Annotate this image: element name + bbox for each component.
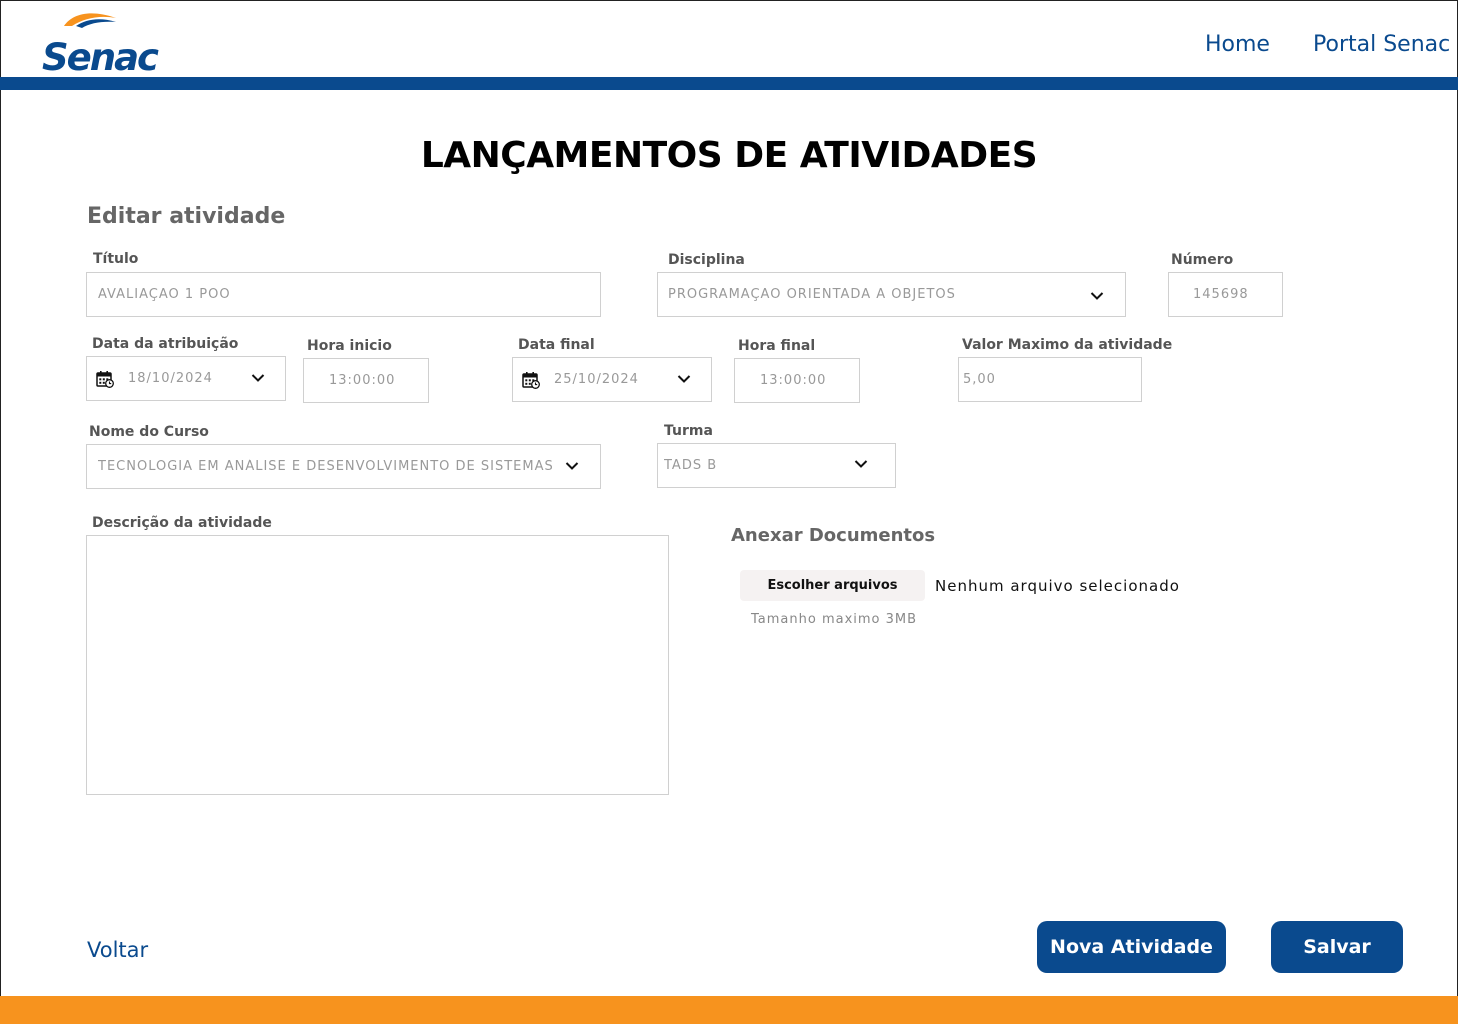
numero-label: Número [1171, 252, 1234, 268]
salvar-button[interactable]: Salvar [1271, 921, 1403, 973]
anexar-documentos-title: Anexar Documentos [731, 525, 936, 546]
titulo-label: Título [93, 251, 139, 267]
data-atribuicao-label: Data da atribuição [92, 336, 239, 352]
calendar-icon [522, 371, 540, 389]
data-atribuicao-picker[interactable]: 18/10/2024 [86, 356, 286, 401]
nome-curso-label: Nome do Curso [89, 424, 209, 440]
footer-bar [0, 996, 1458, 1024]
calendar-icon [96, 370, 114, 388]
titulo-value: AVALIAÇÃO 1 POO [98, 287, 231, 302]
data-final-value: 25/10/2024 [554, 372, 639, 387]
hora-inicio-label: Hora inicio [307, 338, 392, 354]
chevron-down-icon [1090, 292, 1104, 300]
turma-label: Turma [664, 423, 713, 439]
data-atribuicao-value: 18/10/2024 [128, 371, 213, 386]
descricao-textarea[interactable] [86, 535, 669, 795]
chevron-down-icon [854, 460, 868, 468]
choose-files-button[interactable]: Escolher arquivos [740, 570, 925, 601]
titulo-input[interactable]: AVALIAÇÃO 1 POO [86, 272, 601, 317]
hora-final-input[interactable]: 13:00:00 [734, 358, 860, 403]
nav-portal-senac-link[interactable]: Portal Senac [1313, 32, 1450, 57]
turma-value: TADS B [664, 458, 718, 473]
chevron-down-icon [251, 374, 265, 382]
no-file-selected-text: Nenhum arquivo selecionado [935, 577, 1180, 595]
senac-logo[interactable]: Senac [20, 6, 159, 79]
voltar-link[interactable]: Voltar [87, 938, 148, 962]
hora-inicio-value: 13:00:00 [329, 373, 396, 388]
data-final-label: Data final [518, 337, 595, 353]
numero-value: 145698 [1193, 287, 1249, 302]
turma-select[interactable]: TADS B [657, 443, 896, 488]
disciplina-label: Disciplina [668, 252, 745, 268]
page-title: LANÇAMENTOS DE ATIVIDADES [420, 135, 1038, 176]
header-bar [0, 77, 1458, 90]
disciplina-value: PROGRAMAÇÃO ORIENTADA A OBJETOS [668, 287, 956, 302]
valor-maximo-value: 5,00 [963, 372, 996, 387]
data-final-picker[interactable]: 25/10/2024 [512, 357, 712, 402]
descricao-label: Descrição da atividade [92, 515, 272, 531]
disciplina-select[interactable]: PROGRAMAÇÃO ORIENTADA A OBJETOS [657, 272, 1126, 317]
hora-final-label: Hora final [738, 338, 816, 354]
file-size-hint: Tamanho maximo 3MB [751, 612, 918, 627]
nova-atividade-button[interactable]: Nova Atividade [1037, 921, 1226, 973]
hora-final-value: 13:00:00 [760, 373, 827, 388]
header: Senac Home Portal Senac [0, 0, 1458, 79]
nome-curso-value: TECNOLOGIA EM ANÁLISE E DESENVOLVIMENTO … [98, 459, 554, 474]
chevron-down-icon [677, 375, 691, 383]
nome-curso-select[interactable]: TECNOLOGIA EM ANÁLISE E DESENVOLVIMENTO … [86, 444, 601, 489]
nav-home-link[interactable]: Home [1205, 32, 1270, 57]
valor-maximo-input[interactable]: 5,00 [958, 357, 1142, 402]
logo-wordmark: Senac [42, 36, 159, 79]
hora-inicio-input[interactable]: 13:00:00 [303, 358, 429, 403]
valor-maximo-label: Valor Maximo da atividade [962, 337, 1173, 353]
numero-input[interactable]: 145698 [1168, 272, 1283, 317]
section-title: Editar atividade [87, 204, 286, 229]
chevron-down-icon [565, 462, 579, 470]
